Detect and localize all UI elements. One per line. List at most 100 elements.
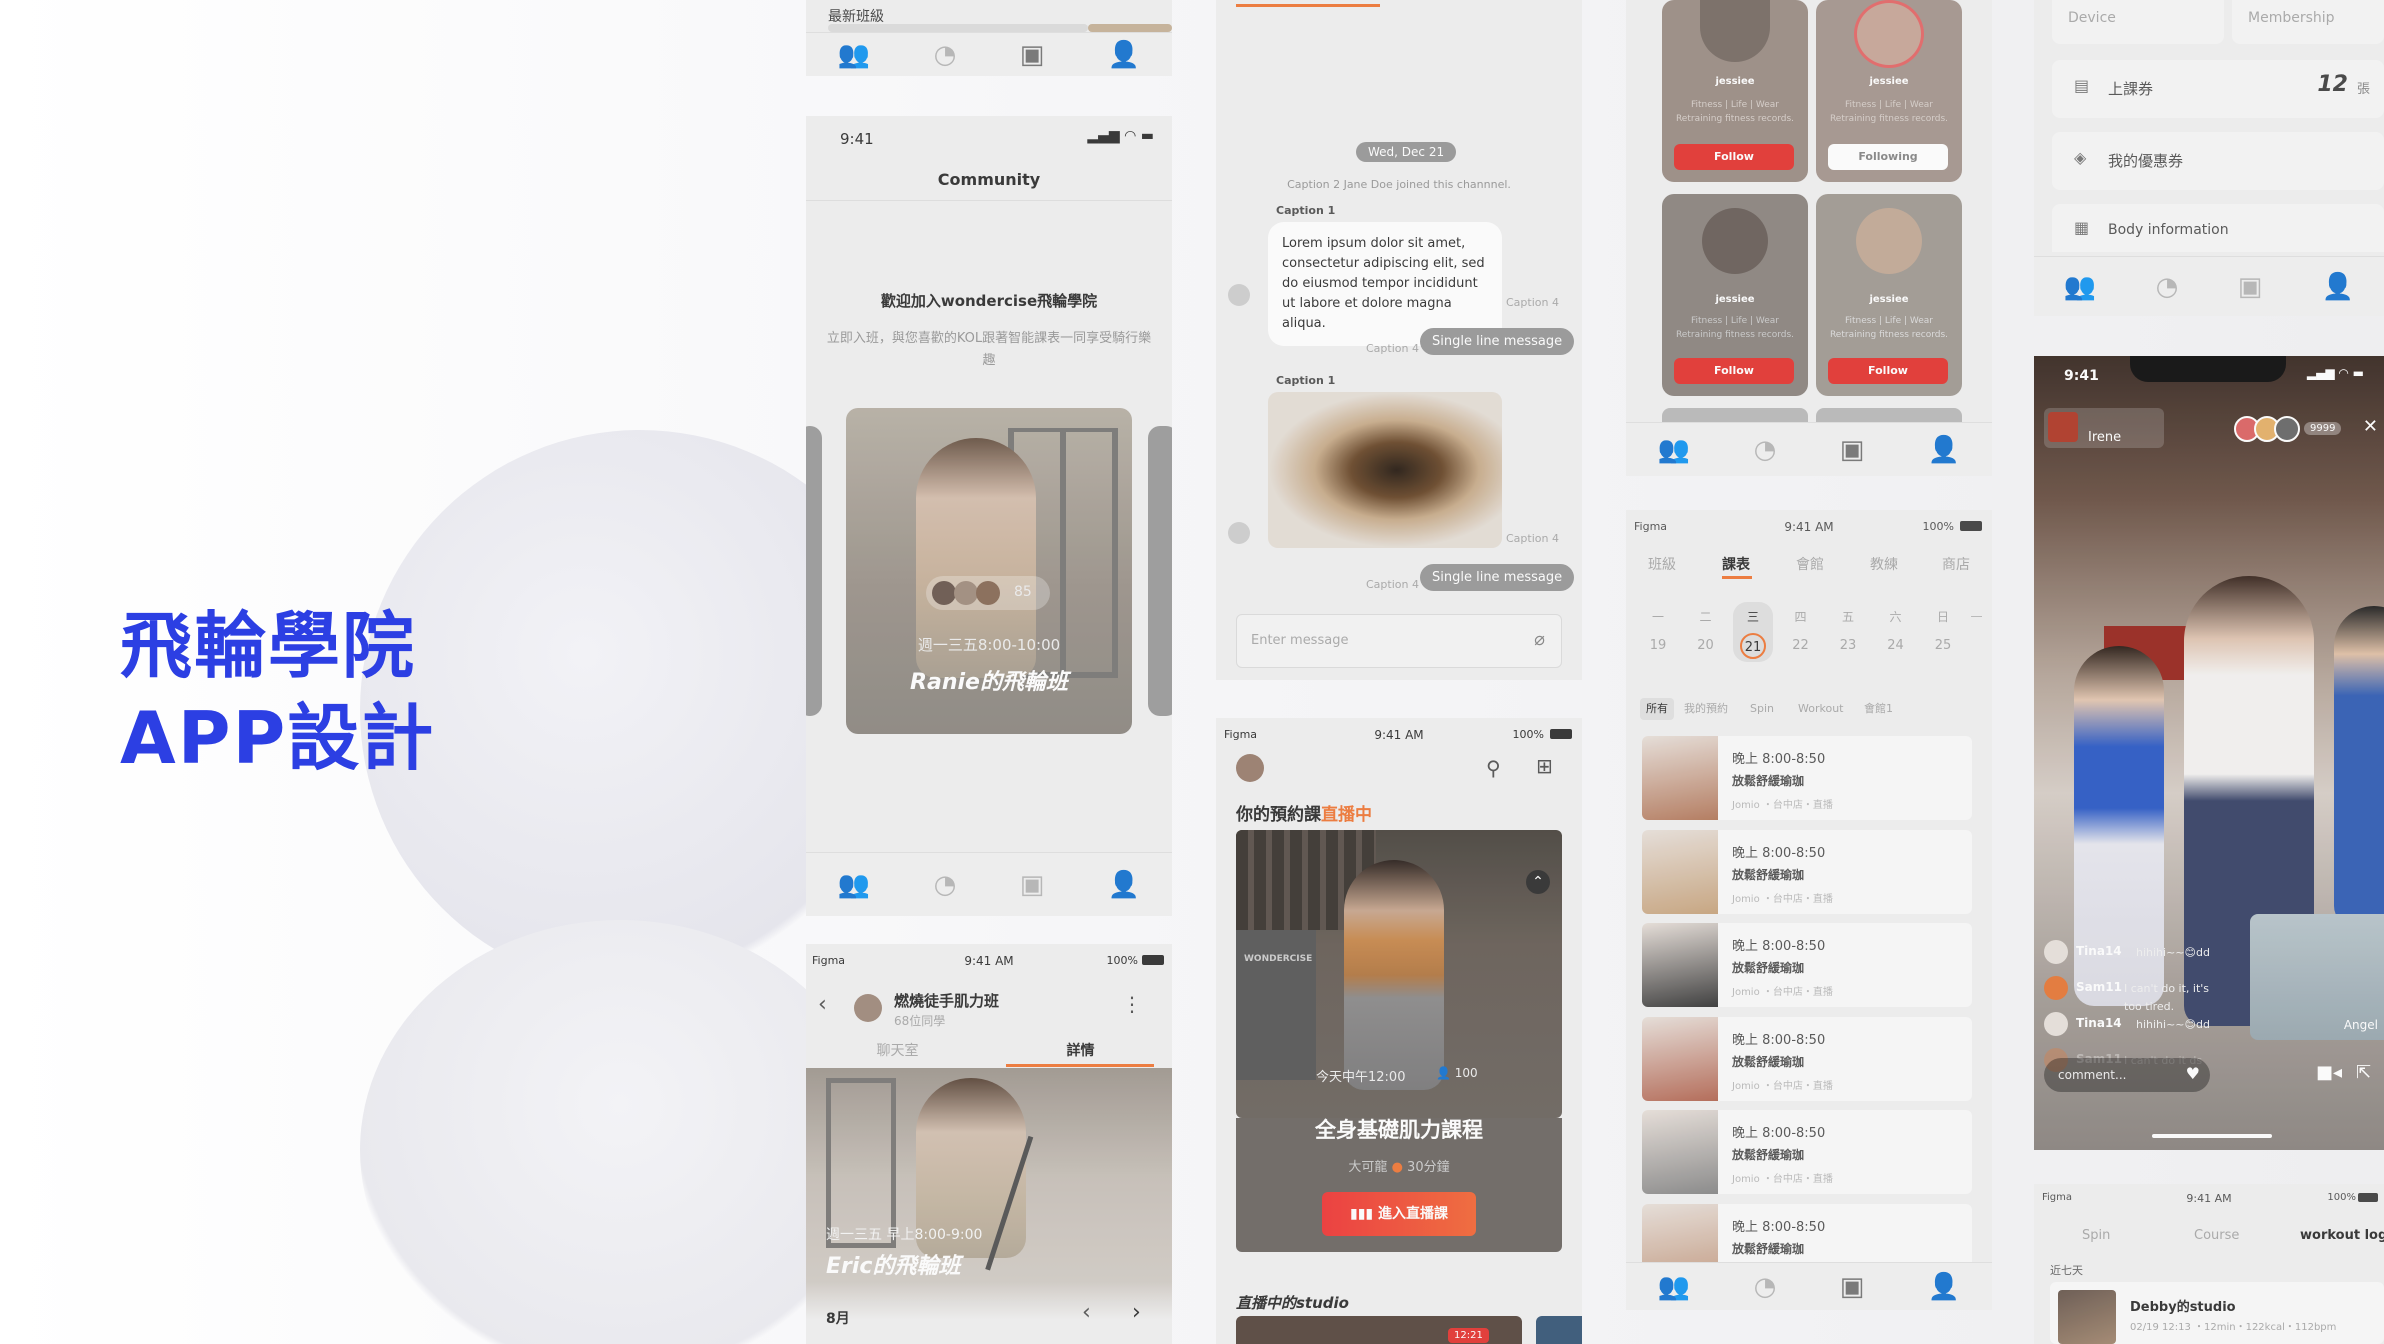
log-item[interactable]: Debby的studio 02/19 12:13 ・12min・122kcal・… xyxy=(2050,1282,2384,1344)
join-live-button[interactable]: ▮▮▮ 進入直播課 xyxy=(1322,1192,1476,1236)
activity-tab-icon[interactable]: ◔ xyxy=(934,40,957,70)
message-input[interactable]: Enter message ⌀ xyxy=(1236,614,1562,668)
prev-month-icon[interactable]: ‹ xyxy=(1082,1300,1091,1325)
pip-video[interactable]: Angel xyxy=(2250,914,2384,1040)
coach-card[interactable]: jessiee Fitness | Life | Wear Retraining… xyxy=(1816,0,1962,182)
live-badge: 12:21 xyxy=(1448,1328,1489,1343)
comment-input[interactable]: comment... ♥ xyxy=(2044,1058,2210,1092)
comment-feed: Tina14 hihihi~~😊dd Sam11 I can't do it, it'… xyxy=(2044,940,2264,1072)
add-icon[interactable]: ⊞ xyxy=(1536,754,1553,778)
profile-tab-icon[interactable]: 👤 xyxy=(1928,1272,1960,1302)
class-list-item[interactable]: 晚上 8:00-8:50 放鬆舒緩瑜珈 Jomio ・台中店・直播 xyxy=(1642,1110,1972,1194)
class-card[interactable]: 85 週一三五8:00-10:00 Ranie的飛輪班 xyxy=(846,408,1132,734)
caption-label: Caption 1 xyxy=(1276,204,1336,217)
video-tab-icon[interactable]: ▣ xyxy=(1020,870,1045,900)
video-tab-icon[interactable]: ▣ xyxy=(1020,40,1045,70)
tab-coach[interactable]: 教練 xyxy=(1870,554,1898,574)
community-tab-icon[interactable]: 👥 xyxy=(1658,1272,1690,1302)
tab-device[interactable]: Device xyxy=(2052,0,2224,44)
tab-shop[interactable]: 商店 xyxy=(1942,554,1970,574)
follow-button[interactable]: Follow xyxy=(1828,358,1948,384)
close-icon[interactable]: ✕ xyxy=(2363,416,2378,437)
coupon-row[interactable]: ◈ 我的優惠券 xyxy=(2052,132,2384,190)
member-count: 85 xyxy=(1014,584,1032,600)
class-meta: Jomio ・台中店・直播 xyxy=(1732,800,1833,811)
avatar xyxy=(932,581,956,605)
tickets-label: 上課券 xyxy=(2108,80,2154,98)
user-avatar[interactable] xyxy=(1236,754,1264,782)
back-icon[interactable]: ‹ xyxy=(818,992,827,1017)
day-column[interactable]: 二 20 xyxy=(1686,602,1726,662)
tab-club[interactable]: 會館 xyxy=(1796,554,1824,574)
class-title: 放鬆舒緩瑜珈 xyxy=(1732,1241,1805,1256)
viewer-count: 👤 100 xyxy=(1436,1066,1478,1080)
collapse-icon[interactable]: ⌃ xyxy=(1526,870,1550,894)
follow-button[interactable]: Follow xyxy=(1674,144,1794,170)
class-title: 燃燒徒手肌力班 xyxy=(894,992,1000,1010)
tab-workout-logs[interactable]: workout logs xyxy=(2300,1228,2384,1243)
class-schedule: 週一三五8:00-10:00 xyxy=(917,636,1061,654)
day-column[interactable]: 三 21 xyxy=(1733,602,1773,662)
tab-class[interactable]: 班級 xyxy=(1648,554,1676,574)
video-tab-icon[interactable]: ▣ xyxy=(2238,272,2263,302)
filter-chip[interactable]: Workout xyxy=(1792,698,1849,720)
share-icon[interactable]: ⇱ xyxy=(2356,1062,2371,1083)
community-tab-icon[interactable]: 👥 xyxy=(838,40,870,70)
find-friend-icon[interactable]: ⚲ xyxy=(1486,756,1501,780)
profile-tab-icon[interactable]: 👤 xyxy=(1928,435,1960,465)
profile-tab-icon[interactable]: 👤 xyxy=(2322,272,2354,302)
host-chip[interactable]: Irene xyxy=(2044,408,2164,448)
live-class-card[interactable]: WONDERCISE ⌃ 今天中午12:00 👤 100 xyxy=(1236,830,1562,1118)
video-tab-icon[interactable]: ▣ xyxy=(1840,435,1865,465)
community-tab-icon[interactable]: 👥 xyxy=(838,870,870,900)
caption-meta: Caption 4 xyxy=(1366,342,1419,355)
camera-icon[interactable]: ■◂ xyxy=(2316,1062,2342,1083)
video-tab-icon[interactable]: ▣ xyxy=(1840,1272,1865,1302)
filter-chip[interactable]: 我的預約 xyxy=(1678,698,1734,720)
filter-chip[interactable]: 所有 xyxy=(1640,698,1674,720)
activity-tab-icon[interactable]: ◔ xyxy=(2156,272,2179,302)
coach-card[interactable]: jessiee Fitness | Life | Wear Retraining… xyxy=(1816,194,1962,396)
weekday-label: 三 xyxy=(1746,610,1759,624)
coach-card[interactable]: jessiee Fitness | Life | Wear Retraining… xyxy=(1662,0,1808,182)
activity-tab-icon[interactable]: ◔ xyxy=(934,870,957,900)
tab-course[interactable]: Course xyxy=(2194,1228,2239,1243)
class-list-item[interactable]: 晚上 8:00-8:50 放鬆舒緩瑜珈 Jomio ・台中店・直播 xyxy=(1642,1016,1972,1101)
heart-icon[interactable]: ♥ xyxy=(2186,1064,2200,1083)
attach-icon[interactable]: ⌀ xyxy=(1534,629,1545,650)
day-column[interactable]: 一 19 xyxy=(1638,602,1678,662)
coach-card[interactable]: jessiee Fitness | Life | Wear Retraining… xyxy=(1662,194,1808,396)
tab-chatroom[interactable]: 聊天室 xyxy=(806,1040,989,1060)
tab-membership[interactable]: Membership xyxy=(2232,0,2384,44)
community-tab-icon[interactable]: 👥 xyxy=(2064,272,2096,302)
profile-tab-icon[interactable]: 👤 xyxy=(1108,40,1140,70)
following-button[interactable]: Following xyxy=(1828,144,1948,170)
profile-tab-icon[interactable]: 👤 xyxy=(1108,870,1140,900)
class-list-item[interactable]: 晚上 8:00-8:50 放鬆舒緩瑜珈 Jomio ・台中店・直播 xyxy=(1642,923,1972,1007)
weekday-label: 五 xyxy=(1841,610,1854,624)
filter-chip[interactable]: 會館1 xyxy=(1858,698,1899,720)
community-tab-icon[interactable]: 👥 xyxy=(1658,435,1690,465)
tab-indicator xyxy=(1236,4,1380,7)
body-info-row[interactable]: ▦ Body information xyxy=(2052,204,2384,252)
studio-card-next[interactable] xyxy=(1536,1316,1582,1344)
tab-details[interactable]: 詳情 xyxy=(989,1040,1172,1060)
filter-chip[interactable]: Spin xyxy=(1744,698,1780,720)
tickets-row[interactable]: ▤ 上課券 12 張 xyxy=(2052,60,2384,118)
more-menu-icon[interactable]: ⋮ xyxy=(1122,992,1142,1016)
phone-community: 9:41 ▂▄▆ ◠ ▬ Community 歡迎加入wondercise飛輪學… xyxy=(806,116,1172,916)
activity-tab-icon[interactable]: ◔ xyxy=(1754,1272,1777,1302)
class-list-item[interactable]: 晚上 8:00-8:50 放鬆舒緩瑜珈 Jomio ・台中店・直播 xyxy=(1642,736,1972,820)
comment-placeholder: comment... xyxy=(2058,1068,2127,1082)
follow-button[interactable]: Follow xyxy=(1674,358,1794,384)
day-column[interactable]: 五 23 xyxy=(1828,602,1868,662)
class-list-item[interactable]: 晚上 8:00-8:50 放鬆舒緩瑜珈 Jomio ・台中店・直播 xyxy=(1642,829,1972,914)
activity-tab-icon[interactable]: ◔ xyxy=(1754,435,1777,465)
day-column[interactable]: 六 24 xyxy=(1876,602,1916,662)
day-column[interactable]: 日 25 xyxy=(1923,602,1963,662)
tab-spin[interactable]: Spin xyxy=(2082,1228,2110,1243)
pip-name: Angel xyxy=(2343,1018,2378,1032)
day-column[interactable]: 四 22 xyxy=(1781,602,1821,662)
next-month-icon[interactable]: › xyxy=(1132,1300,1141,1325)
tab-schedule[interactable]: 課表 xyxy=(1722,554,1750,574)
